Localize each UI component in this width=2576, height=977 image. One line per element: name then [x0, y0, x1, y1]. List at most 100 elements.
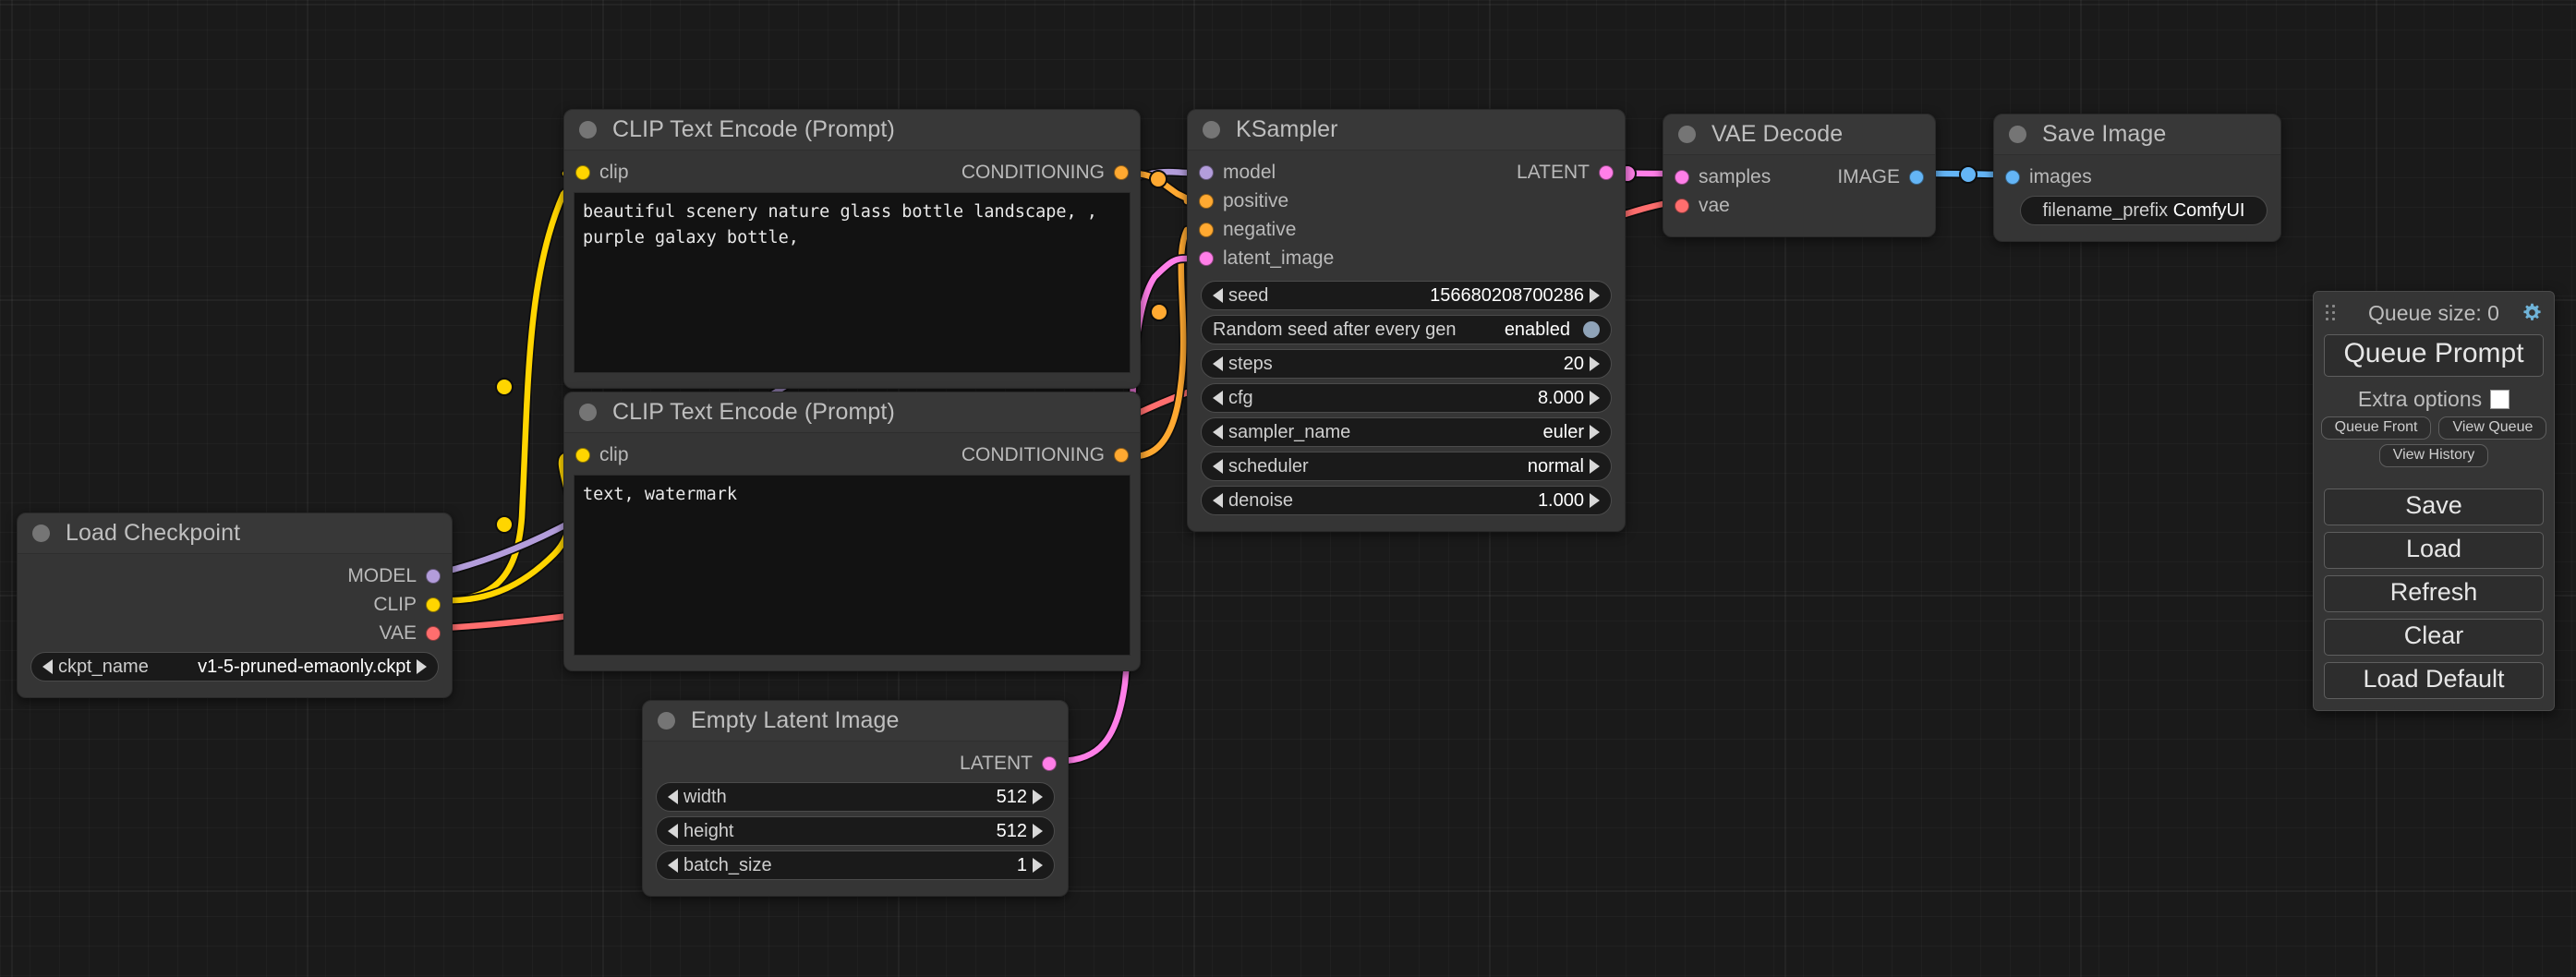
queue-front-button[interactable]: Queue Front: [2321, 416, 2432, 440]
decrement-arrow-icon[interactable]: [1213, 459, 1223, 474]
extra-options-row: Extra options: [2324, 387, 2544, 412]
port-negative[interactable]: [1199, 223, 1214, 237]
node-empty-latent-image[interactable]: Empty Latent Image LATENT width 512 heig…: [642, 700, 1069, 897]
node-title-bar[interactable]: Save Image: [1994, 115, 2280, 155]
widget-batch-size[interactable]: batch_size 1: [656, 850, 1055, 880]
prompt-textarea[interactable]: text, watermark: [574, 475, 1131, 656]
decrement-arrow-icon[interactable]: [668, 790, 678, 804]
decrement-arrow-icon[interactable]: [668, 858, 678, 873]
widget-seed[interactable]: seed 156680208700286: [1201, 281, 1612, 310]
decrement-arrow-icon[interactable]: [1213, 391, 1223, 405]
decrement-arrow-icon[interactable]: [1213, 356, 1223, 371]
decrement-arrow-icon[interactable]: [668, 824, 678, 838]
node-ksampler[interactable]: KSampler model LATENT positive negative …: [1187, 109, 1626, 532]
port-clip[interactable]: [575, 448, 590, 463]
increment-arrow-icon[interactable]: [1590, 459, 1600, 474]
increment-arrow-icon[interactable]: [1590, 288, 1600, 303]
clear-button[interactable]: Clear: [2324, 619, 2544, 656]
node-collapse-icon[interactable]: [2009, 126, 2026, 143]
widget-cfg[interactable]: cfg 8.000: [1201, 383, 1612, 413]
port-clip[interactable]: [426, 597, 441, 612]
node-collapse-icon[interactable]: [1678, 126, 1696, 143]
node-clip-text-encode-negative[interactable]: CLIP Text Encode (Prompt) clip CONDITION…: [563, 392, 1141, 671]
input-slot-latent-image[interactable]: latent_image: [1188, 244, 1625, 272]
widget-width[interactable]: width 512: [656, 782, 1055, 812]
input-slot-clip[interactable]: clip CONDITIONING: [564, 440, 1140, 469]
widget-random-seed-toggle[interactable]: Random seed after every gen enabled: [1201, 315, 1612, 344]
increment-arrow-icon[interactable]: [1590, 493, 1600, 508]
port-conditioning[interactable]: [1114, 165, 1129, 180]
save-button[interactable]: Save: [2324, 488, 2544, 525]
port-clip[interactable]: [575, 165, 590, 180]
port-images[interactable]: [2005, 170, 2020, 185]
load-default-button[interactable]: Load Default: [2324, 662, 2544, 699]
decrement-arrow-icon[interactable]: [1213, 288, 1223, 303]
port-latent-image[interactable]: [1199, 251, 1214, 266]
node-title-bar[interactable]: CLIP Text Encode (Prompt): [564, 110, 1140, 151]
node-collapse-icon[interactable]: [658, 712, 675, 730]
node-collapse-icon[interactable]: [32, 525, 50, 542]
queue-menu-panel[interactable]: Queue size: 0 Queue Prompt Extra options…: [2313, 291, 2555, 711]
port-latent[interactable]: [1042, 756, 1057, 771]
input-slot-positive[interactable]: positive: [1188, 187, 1625, 215]
queue-prompt-button[interactable]: Queue Prompt: [2324, 334, 2544, 377]
input-slot-negative[interactable]: negative: [1188, 215, 1625, 244]
widget-filename-prefix[interactable]: filename_prefix ComfyUI: [2020, 196, 2268, 225]
node-title-bar[interactable]: Empty Latent Image: [643, 701, 1068, 742]
refresh-button[interactable]: Refresh: [2324, 575, 2544, 612]
node-title-bar[interactable]: KSampler: [1188, 110, 1625, 151]
port-model[interactable]: [1199, 165, 1214, 180]
port-image[interactable]: [1909, 170, 1924, 185]
widget-steps[interactable]: steps 20: [1201, 349, 1612, 379]
node-title-bar[interactable]: VAE Decode: [1663, 115, 1935, 155]
port-positive[interactable]: [1199, 194, 1214, 209]
port-vae[interactable]: [426, 626, 441, 641]
widget-scheduler[interactable]: scheduler normal: [1201, 452, 1612, 481]
output-slot-vae[interactable]: VAE: [18, 619, 452, 647]
decrement-arrow-icon[interactable]: [1213, 425, 1223, 440]
widget-ckpt-name[interactable]: ckpt_name v1-5-pruned-emaonly.ckpt: [30, 652, 439, 681]
increment-arrow-icon[interactable]: [1033, 824, 1043, 838]
input-slot-images[interactable]: images: [1994, 163, 2280, 191]
view-history-button[interactable]: View History: [2379, 444, 2489, 467]
widget-denoise[interactable]: denoise 1.000: [1201, 486, 1612, 515]
port-model[interactable]: [426, 569, 441, 584]
output-slot-model[interactable]: MODEL: [18, 561, 452, 590]
node-load-checkpoint[interactable]: Load Checkpoint MODEL CLIP VAE ckpt_name…: [17, 513, 453, 698]
input-slot-vae[interactable]: vae: [1663, 191, 1935, 220]
node-title-bar[interactable]: Load Checkpoint: [18, 513, 452, 554]
toggle-indicator-icon[interactable]: [1583, 321, 1600, 338]
drag-handle-icon[interactable]: [2326, 305, 2339, 321]
node-save-image[interactable]: Save Image images filename_prefix ComfyU…: [1993, 114, 2281, 242]
output-slot-latent[interactable]: LATENT: [643, 749, 1068, 778]
increment-arrow-icon[interactable]: [1033, 790, 1043, 804]
port-latent-out[interactable]: [1599, 165, 1614, 180]
node-title-bar[interactable]: CLIP Text Encode (Prompt): [564, 392, 1140, 433]
prompt-textarea[interactable]: beautiful scenery nature glass bottle la…: [574, 192, 1131, 373]
increment-arrow-icon[interactable]: [1590, 425, 1600, 440]
node-collapse-icon[interactable]: [1203, 121, 1220, 139]
view-queue-button[interactable]: View Queue: [2438, 416, 2546, 440]
load-button[interactable]: Load: [2324, 532, 2544, 569]
node-clip-text-encode-positive[interactable]: CLIP Text Encode (Prompt) clip CONDITION…: [563, 109, 1141, 389]
port-conditioning[interactable]: [1114, 448, 1129, 463]
node-collapse-icon[interactable]: [579, 121, 597, 139]
extra-options-checkbox[interactable]: [2490, 390, 2509, 409]
increment-arrow-icon[interactable]: [1033, 858, 1043, 873]
decrement-arrow-icon[interactable]: [42, 659, 53, 674]
input-slot-clip[interactable]: clip CONDITIONING: [564, 158, 1140, 187]
port-samples[interactable]: [1675, 170, 1689, 185]
widget-sampler-name[interactable]: sampler_name euler: [1201, 417, 1612, 447]
increment-arrow-icon[interactable]: [1590, 356, 1600, 371]
node-collapse-icon[interactable]: [579, 404, 597, 421]
input-slot-model[interactable]: model LATENT: [1188, 158, 1625, 187]
gear-icon[interactable]: [2522, 302, 2543, 323]
output-slot-clip[interactable]: CLIP: [18, 590, 452, 619]
input-slot-samples[interactable]: samples IMAGE: [1663, 163, 1935, 191]
widget-height[interactable]: height 512: [656, 816, 1055, 846]
increment-arrow-icon[interactable]: [417, 659, 427, 674]
port-vae[interactable]: [1675, 199, 1689, 213]
decrement-arrow-icon[interactable]: [1213, 493, 1223, 508]
node-vae-decode[interactable]: VAE Decode samples IMAGE vae: [1663, 114, 1936, 237]
increment-arrow-icon[interactable]: [1590, 391, 1600, 405]
